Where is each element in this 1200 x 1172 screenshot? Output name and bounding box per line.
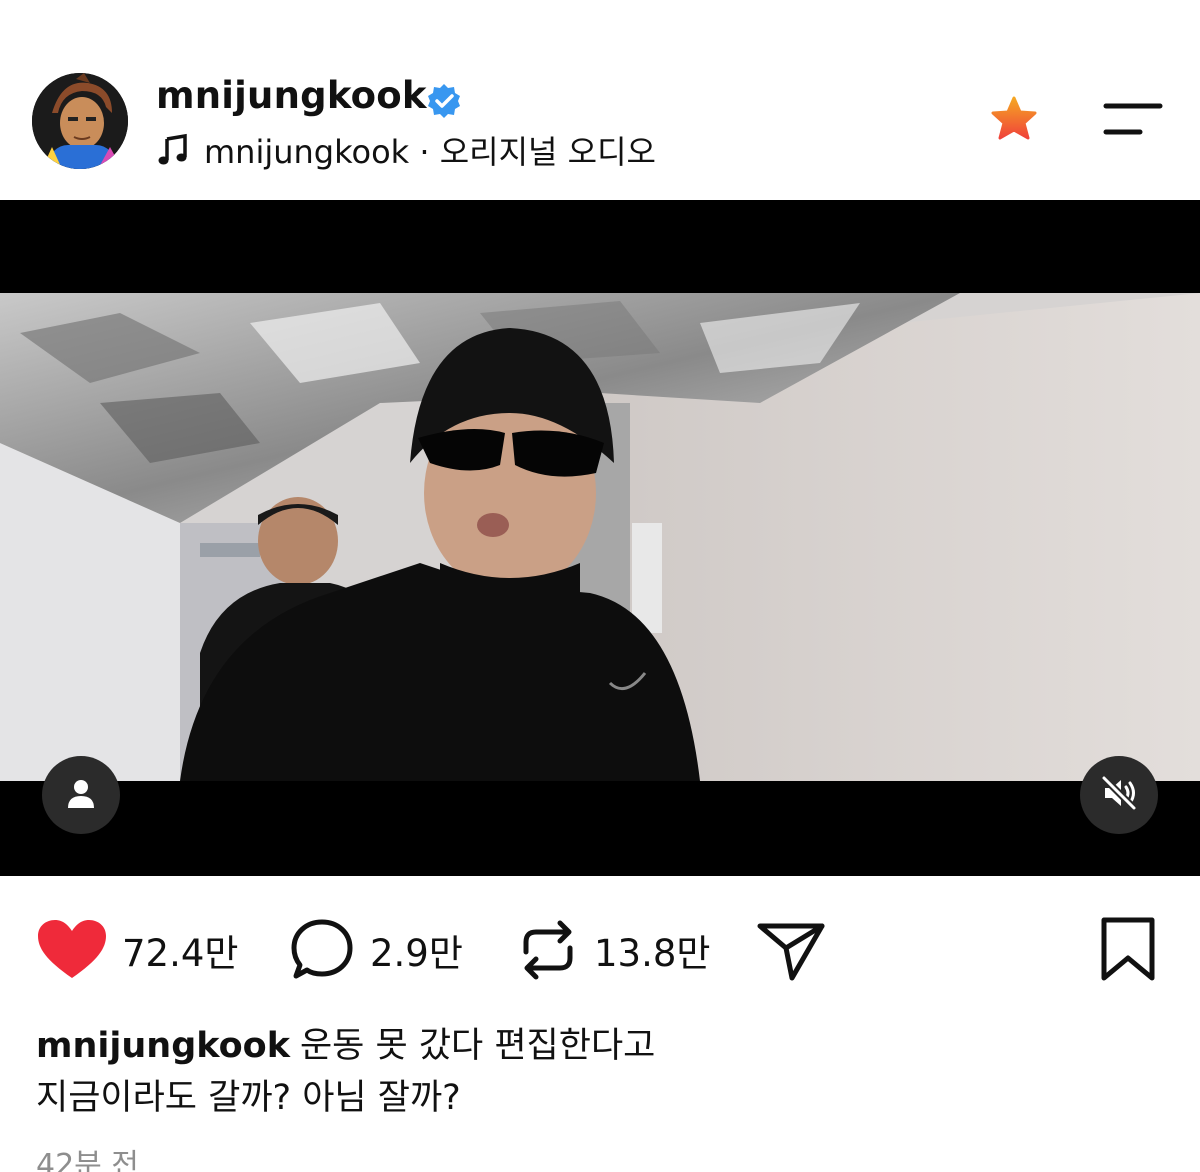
comment-button[interactable]: 2.9만 [288,910,463,990]
send-icon [756,918,826,982]
share-button[interactable] [756,910,826,990]
caption-username[interactable]: mnijungkook [36,1026,290,1066]
repost-icon [516,918,580,982]
post-caption: mnijungkook 운동 못 갔다 편집한다고 지금이라도 갈까? 아님 잘까… [36,1020,1166,1124]
video-player[interactable] [0,200,1200,876]
comment-icon [288,916,356,984]
post-timestamp: 42분 전 [36,1148,139,1172]
heart-icon [36,918,108,982]
music-note-icon [156,133,190,167]
audio-link[interactable]: mnijungkook · 오리지널 오디오 [156,130,656,171]
avatar[interactable] [32,73,128,169]
mute-toggle-button[interactable] [1080,756,1158,834]
action-bar: 72.4만 2.9만 13.8만 [0,910,1200,990]
previous-item-strip [0,0,1200,14]
comments-count: 2.9만 [370,932,463,975]
speaker-muted-icon [1099,773,1139,817]
like-button[interactable]: 72.4만 [36,910,238,990]
video-frame [0,293,1200,781]
likes-count: 72.4만 [122,932,239,975]
repost-button[interactable]: 13.8만 [516,910,710,990]
save-button[interactable] [1098,910,1158,990]
username[interactable]: mnijungkook [156,74,427,117]
person-icon [64,776,98,814]
bookmark-icon [1098,916,1158,984]
audio-label: mnijungkook · 오리지널 오디오 [204,133,656,171]
caption-line-2: 지금이라도 갈까? 아님 잘까? [36,1078,461,1118]
tagged-people-button[interactable] [42,756,120,834]
menu-icon[interactable] [1100,98,1166,142]
verified-badge-icon [425,82,463,120]
post-header: mnijungkook mnijungkook · 오리지널 오디오 [0,60,1200,180]
star-icon[interactable] [988,94,1040,146]
reposts-count: 13.8만 [594,932,711,975]
caption-line-1: 운동 못 갔다 편집한다고 [299,1026,656,1066]
